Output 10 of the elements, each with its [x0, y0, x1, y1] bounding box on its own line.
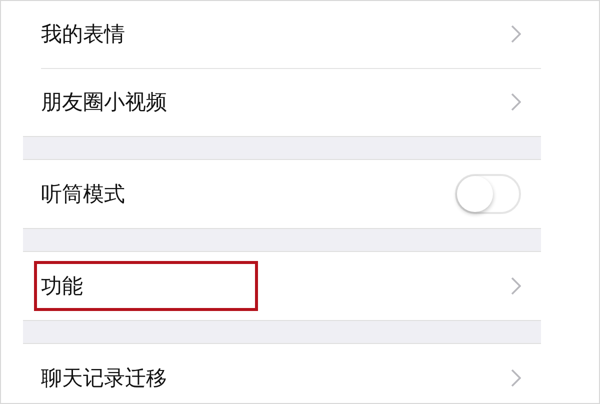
chevron-icon[interactable] [511, 93, 521, 111]
setting-label: 我的表情 [40, 21, 126, 48]
setting-label: 听筒模式 [40, 181, 126, 208]
toggle-switch[interactable] [455, 174, 521, 214]
setting-label: 聊天记录迁移 [40, 365, 168, 392]
setting-label: 功能 [37, 264, 255, 308]
chevron-icon[interactable] [511, 369, 521, 387]
chevron-icon[interactable] [511, 277, 521, 295]
setting-label: 朋友圈小视频 [40, 89, 168, 116]
chevron-icon[interactable] [511, 25, 521, 43]
